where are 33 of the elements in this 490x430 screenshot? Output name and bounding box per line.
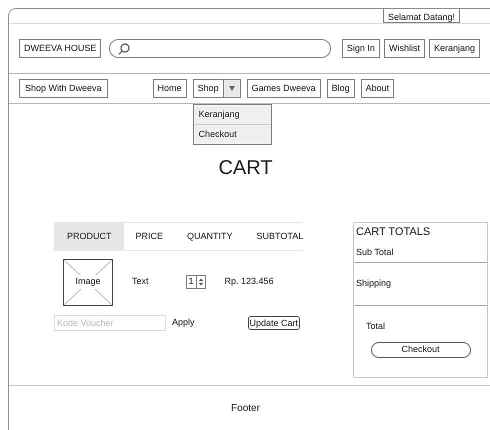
brand-button[interactable]: DWEEVA HOUSE	[19, 39, 102, 58]
header-button[interactable]: Wishlist	[384, 39, 425, 58]
image-label: Image	[74, 275, 102, 289]
header-button[interactable]: Keranjang	[428, 39, 480, 58]
nav-link[interactable]: About	[360, 79, 394, 98]
dropdown-toggle[interactable]	[224, 79, 241, 98]
tagline-label: Shop With Dweeva	[19, 79, 108, 98]
search-icon	[118, 42, 130, 54]
search-field[interactable]	[109, 39, 331, 58]
greeting-label: Selamat Datang!	[382, 9, 460, 23]
price-cell-text: Text	[132, 275, 149, 288]
nav-link[interactable]: Blog	[326, 79, 355, 98]
total-label: Total	[366, 320, 386, 333]
shipping-label: Shipping	[356, 277, 392, 290]
dropdown-item[interactable]: Keranjang	[194, 105, 271, 125]
stepper-arrows-icon	[196, 276, 205, 288]
footer-text: Footer	[231, 402, 260, 416]
caret-icon	[228, 86, 235, 91]
subtotal-label: Sub Total	[356, 246, 394, 259]
update-cart-button[interactable]: Update Cart	[248, 316, 300, 330]
nav-link[interactable]: Games Dweeva	[246, 79, 321, 98]
voucher-field[interactable]: Kode Voucher	[54, 315, 166, 331]
checkout-button[interactable]: Checkout	[370, 342, 470, 358]
page-title: CART	[218, 156, 273, 180]
column-header: PRODUCT	[55, 223, 124, 250]
dropdown-item[interactable]: Checkout	[194, 125, 271, 144]
subtotal-cell-text: Rp. 123.456	[224, 275, 274, 288]
quantity-stepper[interactable]: 1	[186, 275, 206, 289]
header-button[interactable]: Sign In	[342, 39, 380, 58]
totals-title: CART TOTALS	[356, 225, 432, 239]
apply-link[interactable]: Apply	[172, 316, 195, 330]
nav-link[interactable]: Shop	[192, 79, 224, 98]
nav-link[interactable]: Home	[152, 79, 187, 98]
